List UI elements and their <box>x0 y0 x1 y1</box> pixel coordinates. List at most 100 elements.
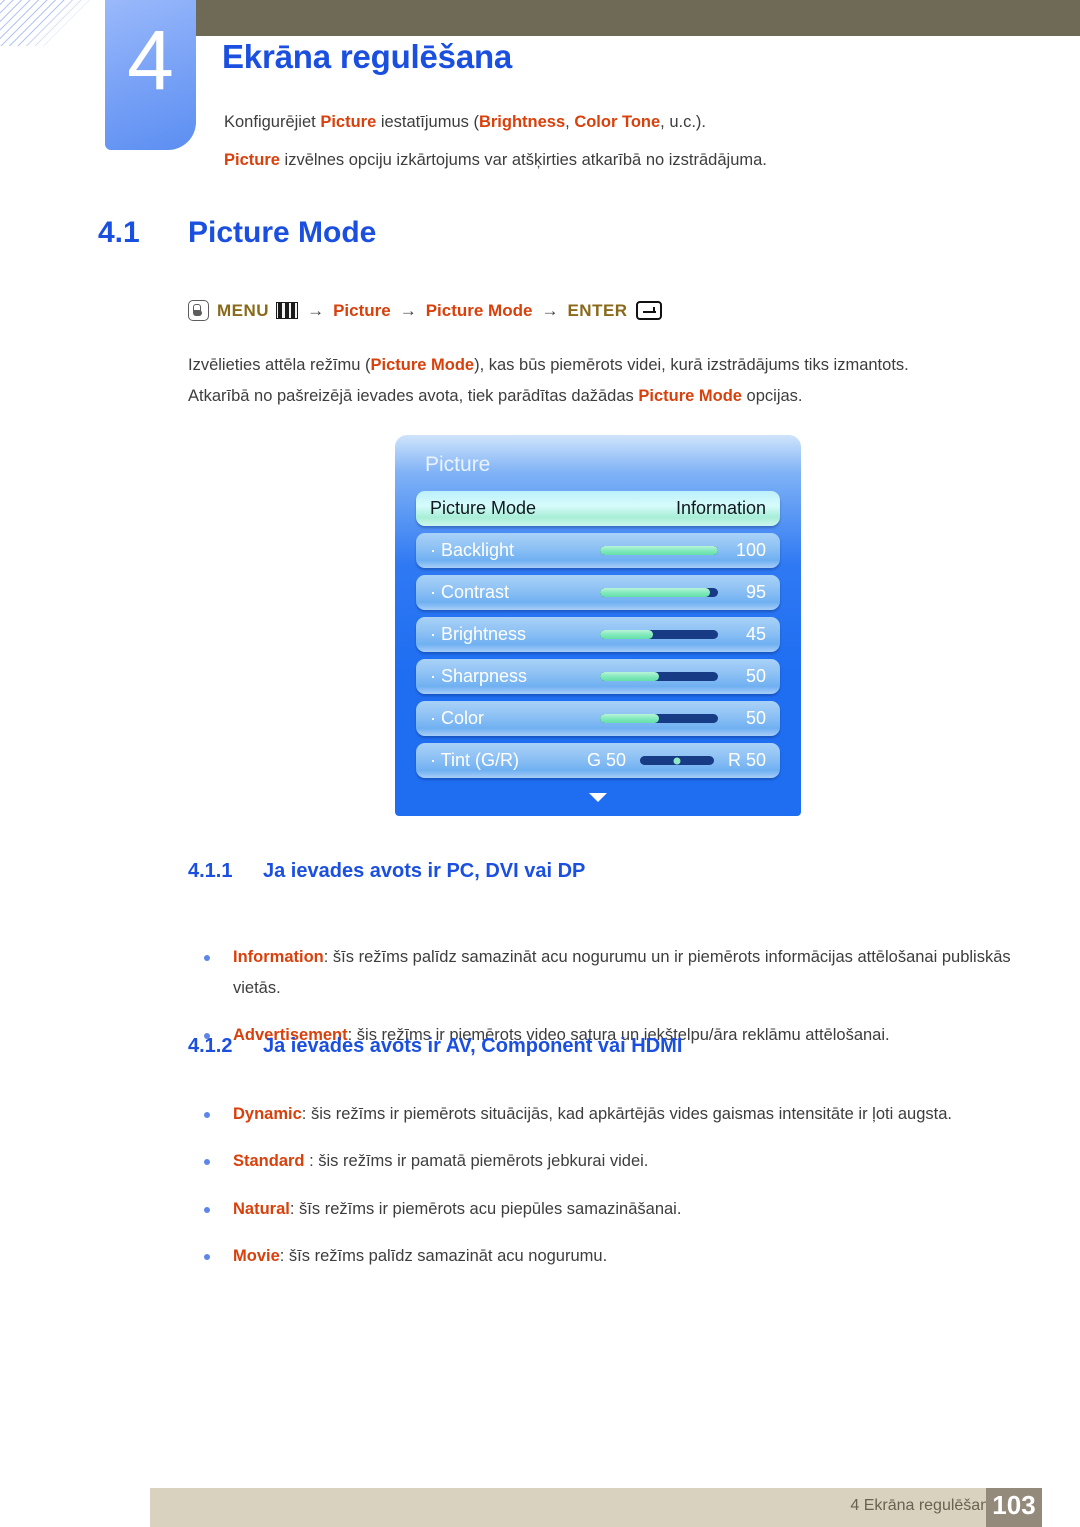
osd-row-label: · Tint (G/R) <box>430 750 519 770</box>
subsection-heading-411: 4.1.1 Ja ievades avots ir PC, DVI vai DP <box>188 860 585 883</box>
menu-bars-icon <box>276 302 299 319</box>
osd-row-value: 50 <box>745 708 766 728</box>
osd-slider-fill <box>600 546 718 555</box>
section-title: Picture Mode <box>188 216 377 249</box>
chapter-title: Ekrāna regulēšana <box>222 38 513 75</box>
bullet-list-412: Dynamic: šis režīms ir piemērots situāci… <box>188 1082 1018 1284</box>
bullet-item: Movie: šīs režīms palīdz samazināt acu n… <box>188 1241 1018 1272</box>
body-text-1: Izvēlieties attēla režīmu ( <box>188 356 371 374</box>
body-text-4: opcijas. <box>741 387 803 405</box>
section-body-text: Izvēlieties attēla režīmu (Picture Mode)… <box>188 350 1018 412</box>
osd-value-slider[interactable] <box>600 546 718 555</box>
chapter-tab: 4 <box>105 0 196 150</box>
chapter-intro: Konfigurējiet Picture iestatījumus (Brig… <box>224 103 1044 179</box>
osd-slider-fill <box>600 588 710 597</box>
body-highlight-1: Picture Mode <box>370 356 475 374</box>
body-text-3: Atkarībā no pašreizējā ievades avota, ti… <box>188 387 639 405</box>
intro-text-1: Konfigurējiet <box>224 113 321 131</box>
osd-row[interactable]: · Color 50 <box>416 701 780 736</box>
chapter-intro-line-2: Picture izvēlnes opciju izkārtojums var … <box>224 141 1044 179</box>
subsection-title-412: Ja ievades avots ir AV, Component vai HD… <box>263 1035 683 1057</box>
navpath-item-picture-mode: Picture Mode <box>425 300 533 320</box>
chevron-down-icon <box>589 793 607 802</box>
navpath-arrow-1: → <box>307 300 325 320</box>
osd-row[interactable]: · Backlight 100 <box>416 533 780 568</box>
bullet-term: Standard <box>233 1152 305 1170</box>
chapter-intro-line-1: Konfigurējiet Picture iestatījumus (Brig… <box>224 103 1044 141</box>
osd-tint-control[interactable]: G 50 R 50 <box>587 750 766 771</box>
osd-title: Picture <box>425 453 491 476</box>
body-line-1: Izvēlieties attēla režīmu (Picture Mode)… <box>188 350 1018 381</box>
osd-value-slider[interactable] <box>600 630 718 639</box>
subsection-number-411: 4.1.1 <box>188 860 233 882</box>
osd-row-list: Picture Mode Information · Backlight 100 · C… <box>416 491 780 785</box>
osd-row-label: · Backlight <box>430 540 515 560</box>
osd-tint-knob[interactable] <box>673 757 681 764</box>
intro-highlight-brightness: Brightness <box>478 113 566 131</box>
bullet-term: Dynamic <box>233 1104 302 1123</box>
hand-press-icon <box>188 300 209 321</box>
intro-text-4: izvēlnes opciju izkārtojums var atšķirti… <box>279 151 767 169</box>
footer-page-number: 103 <box>992 1490 1036 1520</box>
bullet-item: Dynamic: šis režīms ir piemērots situāci… <box>188 1099 1018 1130</box>
osd-row[interactable]: · Tint (G/R) G 50 R 50 <box>416 743 780 778</box>
osd-row-value: 100 <box>735 540 766 560</box>
osd-row-label: · Contrast <box>430 582 510 602</box>
subsection-number-412: 4.1.2 <box>188 1035 233 1057</box>
osd-row[interactable]: · Contrast 95 <box>416 575 780 610</box>
osd-slider-fill <box>600 630 654 639</box>
osd-row[interactable]: · Sharpness 50 <box>416 659 780 694</box>
bullet-item: Standard : šis režīms ir pamatā piemērot… <box>188 1146 1018 1177</box>
intro-text-2: iestatījumus ( <box>376 113 479 131</box>
intro-highlight-picture: Picture <box>320 113 377 131</box>
osd-tint-green-value: G 50 <box>586 750 626 770</box>
bullet-description: : šīs režīms ir piemērots acu piepūles s… <box>289 1199 682 1218</box>
osd-value-slider[interactable] <box>600 714 718 723</box>
osd-value-slider[interactable] <box>600 672 718 681</box>
osd-row-label: · Color <box>430 708 485 728</box>
osd-value-slider[interactable] <box>600 588 718 597</box>
bullet-description: : šis režīms ir piemērots situācijās, ka… <box>301 1104 952 1123</box>
body-highlight-2: Picture Mode <box>638 387 742 405</box>
osd-screenshot: Picture Picture Mode Information · Backlig… <box>395 435 801 816</box>
osd-slider-fill <box>600 714 659 723</box>
bullet-term: Natural <box>233 1199 290 1218</box>
header-band <box>196 0 1080 36</box>
section-number: 4.1 <box>98 216 140 249</box>
navpath-arrow-3: → <box>541 300 559 320</box>
bullet-item: Natural: šīs režīms ir piemērots acu pie… <box>188 1194 1018 1225</box>
osd-row[interactable]: · Brightness 45 <box>416 617 780 652</box>
bullet-description: : šis režīms ir pamatā piemērots jebkura… <box>304 1152 649 1170</box>
subsection-title-411: Ja ievades avots ir PC, DVI vai DP <box>263 860 586 882</box>
enter-key-icon <box>635 301 662 320</box>
bullet-term: Information <box>233 947 324 966</box>
osd-tint-red-value: R 50 <box>727 750 766 770</box>
osd-slider-fill <box>600 672 659 681</box>
navpath-arrow-2: → <box>399 300 417 320</box>
corner-hatch-decoration <box>0 0 112 46</box>
menu-navigation-path: MENU → Picture → Picture Mode → ENTER <box>188 300 662 321</box>
osd-row-label: Picture Mode <box>430 498 537 518</box>
body-text-2: ), kas būs piemērots videi, kurā izstrād… <box>474 356 909 374</box>
footer-chapter-label: 4 Ekrāna regulēšana <box>850 1497 998 1514</box>
intro-separator: , <box>565 113 575 131</box>
intro-text-3: , u.c.). <box>660 113 707 131</box>
bullet-item: Information: šīs režīms palīdz samazināt… <box>188 942 1018 1004</box>
body-line-2: Atkarībā no pašreizējā ievades avota, ti… <box>188 381 1018 412</box>
section-heading: 4.1 Picture Mode <box>98 216 376 250</box>
osd-tint-slider[interactable] <box>639 756 714 765</box>
osd-row-value: Information <box>675 498 766 518</box>
bullet-description: : šīs režīms palīdz samazināt acu noguru… <box>233 947 1011 997</box>
chapter-number: 4 <box>127 13 174 107</box>
osd-row-value: 95 <box>745 582 766 602</box>
navpath-item-picture: Picture <box>333 300 391 320</box>
navpath-enter-label: ENTER <box>567 300 628 320</box>
bullet-term: Movie <box>233 1247 280 1265</box>
osd-row[interactable]: Picture Mode Information <box>416 491 780 526</box>
osd-row-label: · Brightness <box>430 624 527 644</box>
intro-highlight-picture-2: Picture <box>224 151 280 169</box>
osd-row-label: · Sharpness <box>430 666 528 686</box>
subsection-heading-412: 4.1.2 Ja ievades avots ir AV, Component v… <box>188 1035 682 1058</box>
osd-row-value: 50 <box>745 666 766 686</box>
intro-highlight-color-tone: Color Tone <box>574 113 661 131</box>
